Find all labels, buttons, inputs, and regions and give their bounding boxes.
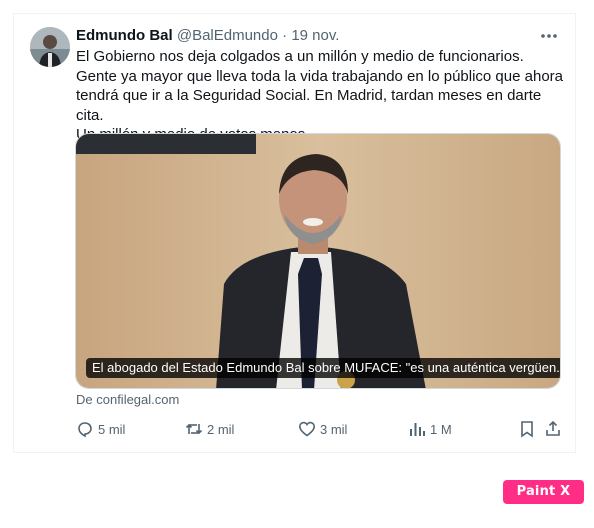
share-button[interactable] [544,418,566,440]
reply-button[interactable]: 5 mil [76,418,125,440]
bookmark-button[interactable] [518,418,540,440]
like-button[interactable]: 3 mil [298,418,347,440]
like-count: 3 mil [320,421,348,437]
views-button[interactable]: 1 M [408,418,452,440]
tweet-date[interactable]: 19 nov. [291,27,339,44]
tweet-card[interactable]: Edmundo Bal @BalEdmundo · 19 nov. El Gob… [13,13,576,453]
link-card-image[interactable]: El abogado del Estado Edmundo Bal sobre … [75,133,561,389]
paint-x-lite-watermark: Paint X lite [503,480,584,523]
bookmark-icon [521,421,533,438]
heart-icon [298,421,316,437]
photo-illustration [76,134,560,388]
views-chart-icon [410,423,425,436]
retweet-count: 2 mil [207,421,235,437]
avatar[interactable] [30,27,70,67]
tweet-header: Edmundo Bal @BalEdmundo · 19 nov. [76,26,339,46]
tweet-text: El Gobierno nos deja colgados a un milló… [76,47,566,145]
separator-dot: · [282,27,288,44]
views-count: 1 M [430,421,452,437]
tweet-text-paragraph: El Gobierno nos deja colgados a un milló… [76,48,563,124]
author-handle[interactable]: @BalEdmundo [177,27,278,44]
link-source[interactable]: De confilegal.com [76,392,179,407]
author-name[interactable]: Edmundo Bal [76,27,173,44]
share-icon [546,420,560,436]
reply-icon [78,422,92,438]
reply-count: 5 mil [98,421,126,437]
more-dots-icon[interactable] [539,26,559,46]
retweet-button[interactable]: 2 mil [185,418,234,440]
tweet-actions: 5 mil 2 mil 3 mil 1 M [76,418,564,440]
retweet-icon [185,423,203,435]
link-card-caption: El abogado del Estado Edmundo Bal sobre … [86,358,560,378]
